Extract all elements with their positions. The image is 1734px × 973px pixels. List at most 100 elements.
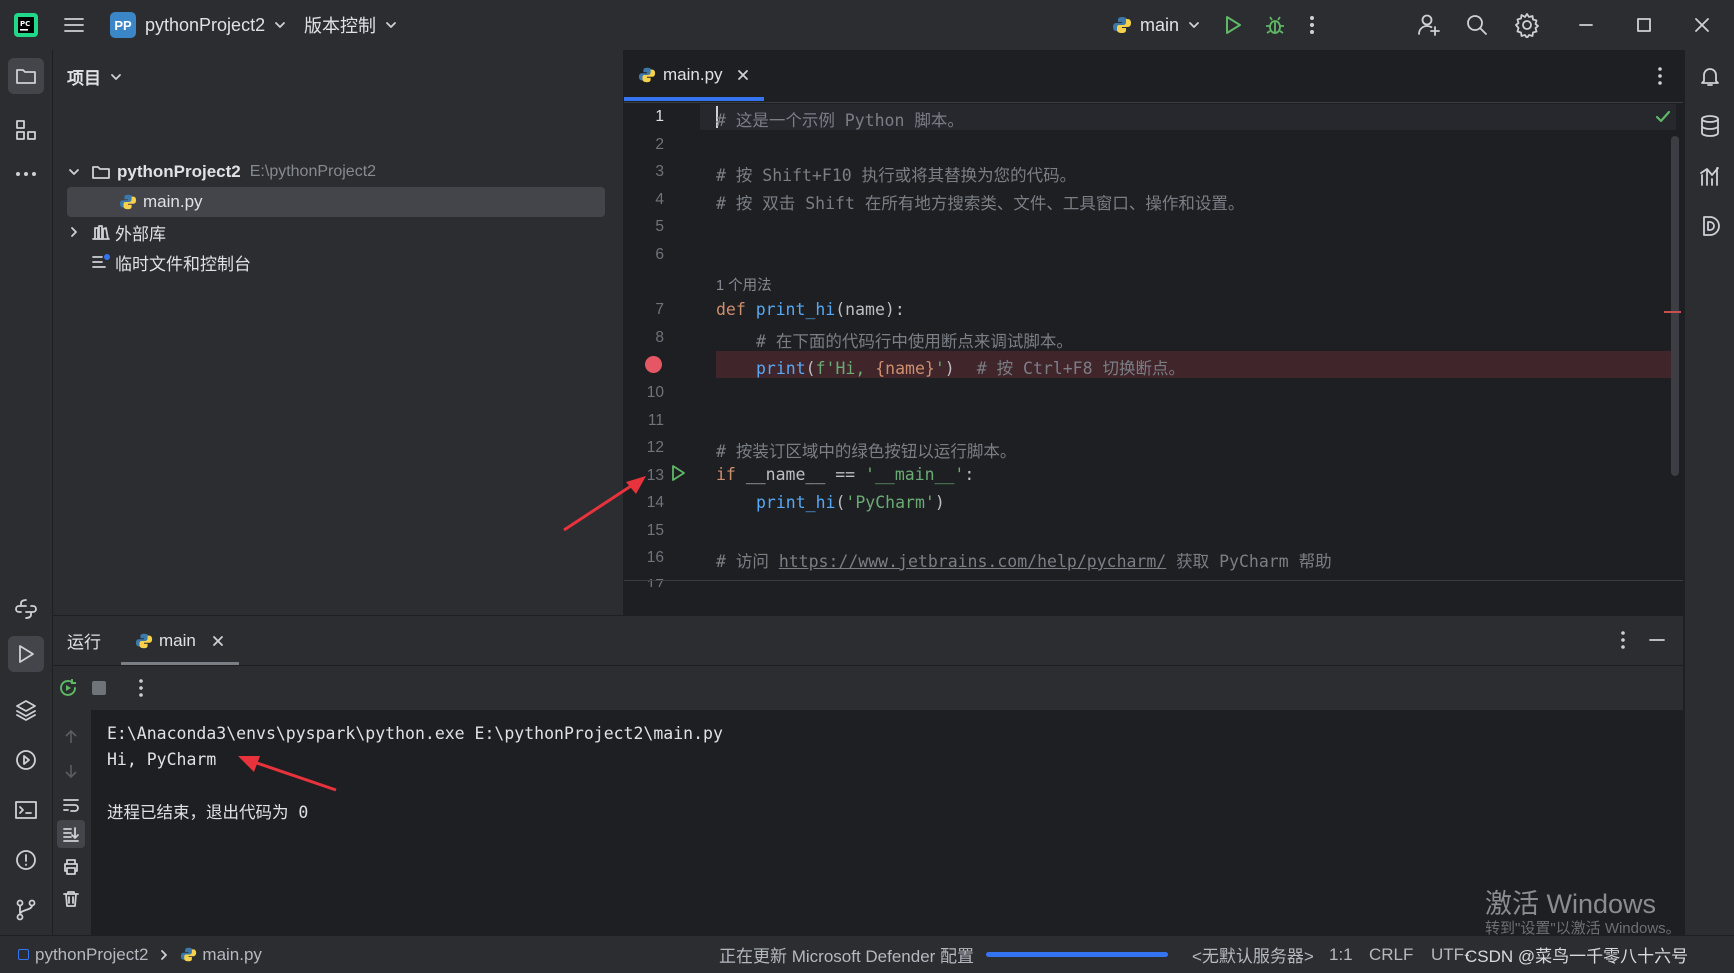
database-icon[interactable] (1698, 114, 1722, 138)
git-tool-button[interactable] (14, 898, 38, 922)
editor-tab-bar: main.py (624, 50, 1683, 103)
scroll-to-end-button[interactable] (57, 820, 85, 848)
hide-run-window-button[interactable] (1649, 638, 1665, 642)
left-tool-strip (0, 50, 53, 935)
more-actions-icon[interactable] (1308, 0, 1316, 50)
maximize-window-button[interactable] (1636, 0, 1652, 50)
scroll-down-icon[interactable] (62, 762, 80, 780)
pycharm-logo[interactable]: PC (12, 0, 40, 50)
tree-item-main-py[interactable]: main.py (67, 187, 605, 217)
soft-wrap-icon[interactable] (62, 796, 80, 814)
code-line-12[interactable]: # 按装订区域中的绿色按钮以运行脚本。 (716, 438, 1016, 462)
project-switcher[interactable]: PP pythonProject2 (110, 0, 287, 50)
scroll-up-icon[interactable] (62, 728, 80, 746)
deployment-server[interactable]: <无默认服务器> (1192, 936, 1314, 973)
python-file-icon (638, 66, 656, 84)
chevron-right-icon[interactable] (67, 225, 81, 239)
tree-root-project[interactable]: pythonProject2 E:\pythonProject2 (67, 157, 376, 187)
sciview-chart-icon[interactable] (1698, 164, 1722, 188)
breadcrumb-project[interactable]: pythonProject2 (35, 945, 148, 965)
close-window-button[interactable] (1694, 0, 1710, 50)
chevron-down-icon[interactable] (67, 165, 81, 179)
run-tab-label: main (159, 630, 196, 650)
code-token: ( (835, 493, 846, 512)
line-number: 6 (655, 246, 664, 263)
stop-icon[interactable] (92, 681, 106, 695)
gutter-run-icon[interactable] (669, 464, 687, 482)
line-separator[interactable]: CRLF (1369, 936, 1413, 973)
editor-tab-main-py[interactable]: main.py (638, 50, 749, 100)
more-tools-icon[interactable] (14, 162, 38, 186)
code-line-8[interactable]: # 在下面的代码行中使用断点来调试脚本。 (756, 328, 1073, 352)
usage-inlay-hint[interactable]: 1 个用法 (716, 274, 772, 295)
tree-item-scratches[interactable]: 临时文件和控制台 (67, 247, 251, 277)
run-more-icon[interactable] (137, 678, 145, 698)
print-icon[interactable] (62, 858, 80, 876)
editor-vertical-scrollbar[interactable] (1671, 136, 1679, 476)
run-config-selector[interactable]: main (1112, 0, 1201, 50)
documentation-icon[interactable] (1698, 214, 1722, 238)
main-menu-icon[interactable] (62, 0, 86, 50)
vcs-menu[interactable]: 版本控制 (304, 0, 398, 50)
python-icon (1112, 15, 1132, 35)
problems-tool-button[interactable] (14, 848, 38, 872)
close-tab-icon[interactable] (737, 69, 749, 81)
editor-more-icon[interactable] (1656, 66, 1664, 86)
notifications-bell-icon[interactable] (1698, 64, 1722, 88)
debug-button[interactable] (1264, 0, 1286, 50)
python-file-icon (180, 946, 197, 963)
tree-item-external-libraries[interactable]: 外部库 (67, 217, 166, 247)
terminal-tool-button[interactable] (14, 798, 38, 822)
project-panel-title[interactable]: 项目 (67, 64, 123, 89)
breadcrumb-file[interactable]: main.py (202, 945, 262, 965)
svg-text:PC: PC (20, 20, 30, 28)
code-line-9[interactable]: print(f'Hi, {name}') # 按 Ctrl+F8 切换断点。 (756, 355, 1185, 379)
close-tab-icon[interactable] (212, 635, 224, 647)
add-user-icon[interactable] (1416, 0, 1442, 50)
module-icon (18, 949, 29, 960)
console-output[interactable]: E:\Anaconda3\envs\pyspark\python.exe E:\… (91, 710, 1683, 935)
code-line-1[interactable]: # 这是一个示例 Python 脚本。 (716, 107, 964, 131)
run-button[interactable] (1222, 0, 1244, 50)
editor-tab-label: main.py (663, 65, 723, 84)
run-window-more-icon[interactable] (1619, 630, 1627, 650)
project-panel-title-label: 项目 (67, 69, 101, 88)
code-line-14[interactable]: print_hi('PyCharm') (756, 493, 945, 512)
run-toolbar (53, 666, 1683, 710)
breakpoint-scroll-marker (1664, 311, 1681, 313)
settings-gear-icon[interactable] (1514, 0, 1540, 50)
background-task-label[interactable]: 正在更新 Microsoft Defender 配置 (719, 936, 974, 973)
code-token: # 按 Ctrl+F8 切换断点。 (976, 359, 1185, 378)
help-url-link[interactable]: https://www.jetbrains.com/help/pycharm/ (779, 552, 1166, 571)
code-token: print (756, 359, 806, 378)
tree-root-path: E:\pythonProject2 (249, 163, 377, 180)
run-tool-button[interactable] (8, 636, 44, 672)
inspection-ok-check-icon[interactable] (1654, 108, 1672, 126)
run-tab-main[interactable]: main (135, 616, 224, 665)
breakpoint-icon[interactable] (645, 356, 662, 373)
code-line-13[interactable]: if __name__ == '__main__': (716, 465, 974, 484)
rerun-icon[interactable] (57, 677, 79, 699)
minimize-window-button[interactable] (1578, 0, 1594, 50)
search-icon[interactable] (1465, 0, 1489, 50)
line-number: 2 (655, 136, 664, 153)
structure-tool-button[interactable] (14, 118, 38, 142)
project-tool-button[interactable] (8, 58, 44, 94)
right-tool-strip (1684, 50, 1734, 935)
run-icon (15, 643, 37, 665)
code-line-3[interactable]: # 按 Shift+F10 执行或将其替换为您的代码。 (716, 162, 1076, 186)
line-number: 5 (655, 218, 664, 235)
active-tab-underline (624, 97, 764, 101)
run-tool-window-header: 运行 main (53, 616, 1683, 666)
python-console-tool-button[interactable] (14, 597, 38, 621)
code-line-16[interactable]: # 访问 https://www.jetbrains.com/help/pych… (716, 548, 1332, 572)
line-number: 4 (655, 191, 664, 208)
python-packages-tool-button[interactable] (14, 698, 38, 722)
line-number: 16 (646, 549, 664, 566)
trash-icon[interactable] (62, 890, 80, 908)
services-tool-button[interactable] (14, 748, 38, 772)
code-line-7[interactable]: def print_hi(name): (716, 300, 905, 319)
project-name: pythonProject2 (145, 14, 266, 35)
caret-position[interactable]: 1:1 (1329, 936, 1353, 973)
code-line-4[interactable]: # 按 双击 Shift 在所有地方搜索类、文件、工具窗口、操作和设置。 (716, 190, 1244, 214)
